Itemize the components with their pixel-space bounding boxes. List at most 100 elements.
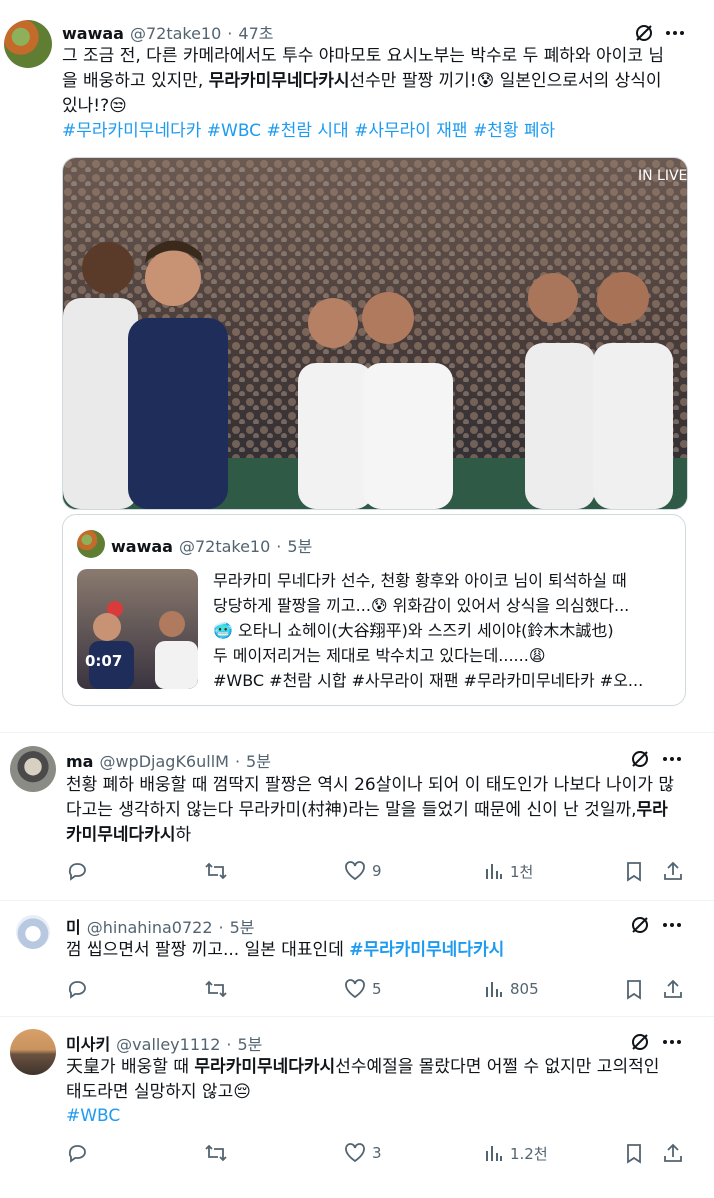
like-icon <box>345 1143 365 1163</box>
avatar[interactable] <box>10 1029 56 1075</box>
retweet-icon <box>205 862 227 880</box>
views-button[interactable]: 1천 <box>484 860 533 882</box>
author-name[interactable]: 미사키 <box>66 1031 110 1055</box>
reply-bold-name: 카미무네다카시 <box>66 825 176 845</box>
avatar[interactable] <box>16 915 50 949</box>
more-icon[interactable] <box>661 1031 683 1053</box>
retweet-button[interactable] <box>204 1142 228 1164</box>
bookmark-button[interactable] <box>624 978 644 1000</box>
share-button[interactable] <box>662 978 684 1000</box>
views-icon <box>486 864 502 879</box>
quote-author-handle: @72take10 <box>178 537 271 556</box>
reply-hashtag[interactable]: #무라카미무네다카시 <box>349 940 504 960</box>
quote-text-line: 🥶 오타니 쇼헤이(大谷翔平)와 스즈키 세이야(鈴木木誠也) <box>213 621 614 640</box>
post-text-fragment: 선수만 팔짱 끼기!😰 일본인으로서의 상식이 <box>349 71 662 91</box>
views-icon <box>486 982 502 997</box>
separator-dot: · <box>276 537 282 556</box>
author-name[interactable]: wawaa <box>62 24 124 43</box>
views-button[interactable]: 805 <box>484 978 539 1000</box>
like-count: 5 <box>372 980 382 998</box>
retweet-button[interactable] <box>204 860 228 882</box>
separator-dot: · <box>234 752 241 771</box>
reply-button[interactable] <box>66 860 88 882</box>
reply-text-fragment: 껌 씹으면서 팔짱 끼고... 일본 대표인데 <box>66 940 350 960</box>
avatar[interactable] <box>10 746 56 792</box>
reply-text-line: 카미무네다카시하 <box>66 823 191 848</box>
action-bar: 3 1.2천 <box>66 1142 686 1166</box>
reply-hashtag[interactable]: #WBC <box>66 1104 120 1129</box>
share-button[interactable] <box>662 1142 684 1164</box>
quote-hashtags: #WBC #천람 시합 #사무라이 재팬 #무라카미무네타카 #오... <box>213 671 644 690</box>
view-count: 805 <box>510 980 539 998</box>
post-media-image[interactable]: IN LIVE <box>62 157 688 510</box>
views-button[interactable]: 1.2천 <box>484 1142 548 1164</box>
divider <box>0 732 714 733</box>
author-handle[interactable]: @wpDjagK6ullM <box>99 752 228 771</box>
author-name[interactable]: 미 <box>66 914 81 938</box>
reply-text-line: 천황 폐하 배웅할 때 껌딱지 팔짱은 역시 26살이나 되어 이 태도인가 나… <box>66 775 675 795</box>
more-icon[interactable] <box>661 748 683 770</box>
post-hashtags[interactable]: #무라카미무네다카 #WBC #천람 시대 #사무라이 재팬 #천황 폐하 <box>62 119 555 144</box>
views-icon <box>486 1146 502 1161</box>
thumbnail-photo <box>89 601 198 689</box>
retweet-button[interactable] <box>204 978 228 1000</box>
separator-dot: · <box>218 918 224 937</box>
like-button[interactable]: 9 <box>344 860 382 882</box>
bookmark-button[interactable] <box>624 860 644 882</box>
grok-icon[interactable] <box>629 748 651 770</box>
quote-author-name: wawaa <box>111 537 173 556</box>
quote-video-thumbnail[interactable]: 0:07 <box>77 569 198 689</box>
reply-text-fragment: 선수예절을 몰랐다면 어쩔 수 없지만 고의적인 <box>335 1057 660 1077</box>
timestamp[interactable]: 47초 <box>238 20 273 44</box>
divider <box>0 1016 714 1017</box>
like-button[interactable]: 3 <box>344 1142 382 1164</box>
more-icon[interactable] <box>664 22 686 44</box>
reply-icon <box>68 863 86 881</box>
like-icon <box>345 861 365 881</box>
reply-bold-name: 무라 <box>636 800 668 820</box>
video-badge: IN LIVE <box>638 168 687 184</box>
view-count: 1천 <box>510 862 534 881</box>
timestamp[interactable]: 5분 <box>230 914 255 938</box>
bookmark-icon <box>627 1144 641 1164</box>
timestamp[interactable]: 5분 <box>237 1031 262 1055</box>
author-handle[interactable]: @72take10 <box>130 24 221 43</box>
reply-text-line: 껌 씹으면서 팔짱 끼고... 일본 대표인데 #무라카미무네다카시 <box>66 938 504 963</box>
reply-text-line: 다고는 생각하지 않는다 무라카미(村神)라는 말을 들었기 때문에 신이 난 … <box>66 798 668 823</box>
like-icon <box>345 979 365 999</box>
author-handle[interactable]: @hinahina0722 <box>87 918 213 937</box>
post-text-line: 있나!?😒 <box>62 96 127 116</box>
reply-button[interactable] <box>66 1142 88 1164</box>
reply-text-fragment: 하 <box>175 825 192 845</box>
timestamp[interactable]: 5분 <box>246 748 271 772</box>
grok-icon[interactable] <box>629 914 651 936</box>
bookmark-icon <box>627 862 641 882</box>
share-icon <box>664 979 682 998</box>
bookmark-icon <box>627 980 641 1000</box>
video-duration: 0:07 <box>85 652 123 670</box>
quote-text-line: 두 메이저리거는 제대로 박수치고 있다는데......😩 <box>213 646 546 665</box>
quote-timestamp: 5분 <box>287 537 313 556</box>
author-handle[interactable]: @valley1112 <box>116 1035 220 1054</box>
quote-card[interactable]: wawaa @72take10 · 5분 0:07 무라카미 무네다카 선수, … <box>62 514 686 706</box>
players-photo: IN LIVE <box>63 158 687 509</box>
post-text-line: 을 배웅하고 있지만, 무라카미무네다카시선수만 팔짱 끼기!😰 일본인으로서의… <box>62 69 662 94</box>
share-icon <box>664 1143 682 1162</box>
post-text-fragment: 을 배웅하고 있지만, <box>62 71 209 91</box>
author-name[interactable]: ma <box>66 752 93 771</box>
reply-text-line: 태도라면 실망하지 않고😔 <box>66 1082 251 1102</box>
reply-text-fragment: 天皇가 배웅할 때 <box>66 1057 195 1077</box>
more-icon[interactable] <box>661 914 683 936</box>
share-button[interactable] <box>662 860 684 882</box>
like-count: 9 <box>372 862 382 880</box>
like-count: 3 <box>372 1144 382 1162</box>
retweet-icon <box>205 1144 227 1162</box>
quote-text-line: 당당하게 팔짱을 끼고...😰 위화감이 있어서 상식을 의심했다... <box>213 596 630 615</box>
bookmark-button[interactable] <box>624 1142 644 1164</box>
reply-button[interactable] <box>66 978 88 1000</box>
like-button[interactable]: 5 <box>344 978 382 1000</box>
grok-icon[interactable] <box>633 22 655 44</box>
separator-dot: · <box>227 24 233 43</box>
avatar[interactable] <box>4 20 52 68</box>
grok-icon[interactable] <box>629 1031 651 1053</box>
